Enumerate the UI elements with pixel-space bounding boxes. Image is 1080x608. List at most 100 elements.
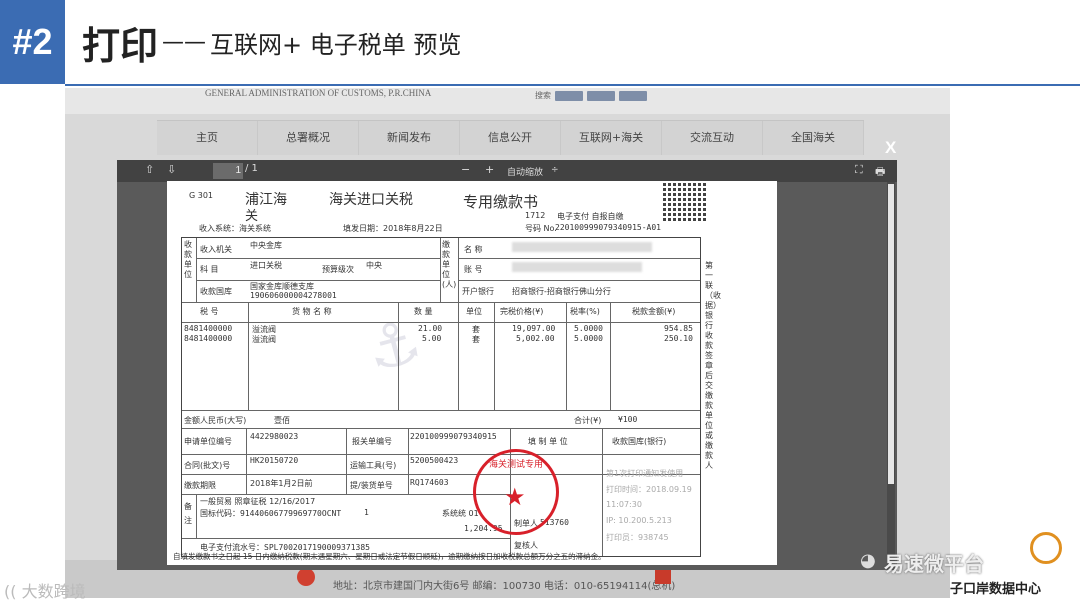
previous-page-icon[interactable]: ⇧	[145, 163, 154, 176]
treasury-note: 第1次打印通知发使用	[606, 469, 684, 478]
row-rate: 5.0000	[574, 334, 603, 343]
site-header: GENERAL ADMINISTRATION OF CUSTOMS, P.R.C…	[65, 88, 950, 114]
doc-number: 220100999079340915-A01	[555, 223, 661, 232]
col-unit: 单位	[466, 307, 482, 316]
reviewer-label: 复核人	[514, 541, 538, 550]
footer-note: 自填发缴款书之日起 15 日内缴纳税款(期末遇星期六、星期日或法定节假日顺延)，…	[173, 552, 606, 561]
deadline: 2018年1月2日前	[250, 479, 313, 488]
nav-item-internet-customs[interactable]: 互联网+海关	[561, 121, 662, 155]
site-tool-button[interactable]	[619, 90, 647, 101]
row-amount: 250.10	[664, 334, 693, 343]
site-tools: 搜索	[535, 90, 647, 101]
pdf-toolbar: ⇧ ⇩ / 1 − + 自动缩放 ÷ ⛶ 🖶	[117, 160, 897, 182]
zoom-out-button[interactable]: −	[461, 163, 470, 176]
declaration-no-label: 报关单编号	[352, 437, 392, 446]
payer-block-label: 缴款单位(人)	[442, 240, 457, 289]
zoom-in-button[interactable]: +	[485, 163, 494, 176]
col-goods: 货 物 名 称	[292, 307, 332, 316]
doc-title-b: 专用缴款书	[463, 193, 539, 211]
transport: 5200500423	[410, 456, 459, 465]
declaration-no: 220100999079340915	[410, 432, 497, 441]
remarks-2b: 1	[364, 508, 369, 517]
search-label: 搜索	[535, 91, 551, 100]
nav-item-overview[interactable]: 总署概况	[258, 121, 359, 155]
print-icon[interactable]: 🖶	[875, 163, 885, 182]
nav-item-info[interactable]: 信息公开	[460, 121, 561, 155]
row-amount: 954.85	[664, 324, 693, 333]
applicant-code-label: 申请单位编号	[184, 437, 232, 446]
remarks-label: 备注	[184, 502, 192, 525]
qr-code-icon	[663, 183, 707, 221]
watermark-right: 易速微平台	[884, 552, 984, 576]
treasury-bank-label: 收款国库(银行)	[612, 437, 667, 446]
treasury-note: IP: 10.200.5.213	[606, 516, 672, 525]
row-qty: 5.00	[422, 334, 442, 343]
receiving-office-label: 收入机关	[200, 245, 232, 254]
remarks-sys: 系统统 01	[442, 509, 479, 518]
transport-label: 运输工具(号)	[350, 461, 397, 470]
slide-title: 打印 —— 互联网+ 电子税单 预览	[82, 14, 461, 70]
row-unit: 套	[472, 335, 480, 344]
viewer-scrollbar[interactable]	[887, 182, 895, 570]
scrollbar-thumb[interactable]	[888, 184, 894, 484]
copy-side-text: 第一联（收据）银行收款签章后交缴款单位或缴款人	[705, 261, 721, 470]
treasury-code: 190606000004278001	[250, 291, 337, 300]
footer-badge-icon	[655, 568, 671, 584]
brand-logo-icon	[1030, 532, 1062, 564]
nav-item-national[interactable]: 全国海关	[763, 121, 864, 155]
site-nav: 主页 总署概况 新闻发布 信息公开 互联网+海关 交流互动 全国海关	[157, 120, 864, 155]
page-total: / 1	[245, 163, 258, 174]
wechat-icon: ◕	[860, 550, 876, 571]
site-org-name: GENERAL ADMINISTRATION OF CUSTOMS, P.R.C…	[205, 88, 432, 98]
next-page-icon[interactable]: ⇩	[167, 163, 176, 176]
row-tax-no: 8481400000	[184, 324, 233, 333]
tax-payment-document: ⚓ G 301 浦江海 关 海关进口关税 专用缴款书 1712 电子支付 自报自…	[167, 181, 777, 565]
row-tax-no: 8481400000	[184, 334, 233, 343]
col-qty: 数 量	[414, 307, 433, 316]
treasury-note: 11:07:30	[606, 500, 642, 509]
seal-star-icon: ★	[504, 483, 526, 511]
row-qty: 21.00	[418, 324, 443, 333]
zoom-select[interactable]: 自动缩放	[507, 165, 543, 178]
nav-item-news[interactable]: 新闻发布	[359, 121, 460, 155]
footer-brand: 子口岸数据中心	[950, 582, 1042, 597]
payer-name-label: 名 称	[464, 245, 483, 254]
amount-rmb: 壹佰	[274, 416, 290, 425]
close-viewer-button[interactable]: X	[885, 138, 896, 158]
redacted-name	[512, 242, 652, 252]
page-number-input[interactable]	[213, 163, 243, 179]
bill: RQ174603	[410, 478, 449, 487]
nav-item-home[interactable]: 主页	[157, 121, 258, 155]
seal-text: 海关测试专用	[489, 460, 544, 470]
budget-level: 中央	[366, 261, 382, 270]
redacted-account	[512, 262, 642, 272]
contract: HK20150720	[250, 456, 299, 465]
nav-item-interaction[interactable]: 交流互动	[662, 121, 763, 155]
receiver-block-label: 收款单位	[184, 240, 192, 279]
col-price: 完税价格(¥)	[500, 307, 544, 316]
applicant-code: 4422980023	[250, 432, 299, 441]
slide-title-main: 打印	[82, 23, 159, 68]
total-label: 合计(¥)	[574, 416, 602, 425]
treasury-label: 收款国库	[200, 287, 232, 296]
col-tax-amount: 税款金额(¥)	[632, 307, 676, 316]
payer-account-label: 账 号	[464, 265, 483, 274]
site-tool-button[interactable]	[555, 90, 583, 101]
issuer-label: 填 制 单 位	[528, 437, 568, 446]
issue-date: 填发日期：2018年8月22日	[343, 224, 443, 233]
col-tax-no: 税 号	[200, 307, 219, 316]
fullscreen-icon[interactable]: ⛶	[855, 163, 863, 177]
number-label: 号码 No.	[525, 224, 557, 233]
remarks-1: 一般贸易 照章征税 12/16/2017	[200, 497, 316, 506]
site-tool-button[interactable]	[587, 90, 615, 101]
contract-label: 合同(批文)号	[184, 461, 231, 470]
budget-level-label: 预算级次	[322, 265, 354, 274]
slide-number-badge: #2	[0, 0, 65, 84]
remarks-2: 国标代码：91440606779969770OCNT	[200, 509, 342, 518]
slide-title-dash: ——	[162, 29, 207, 55]
receiving-office: 中央金库	[250, 241, 282, 250]
zoom-caret-icon: ÷	[551, 165, 559, 175]
customs-emblem-icon	[297, 568, 315, 586]
form-grid: 收款单位 缴款单位(人) 收入机关 中央金库 科 目 进口关税 预算级次 中央 …	[181, 237, 701, 557]
deadline-label: 缴款期限	[184, 481, 216, 490]
